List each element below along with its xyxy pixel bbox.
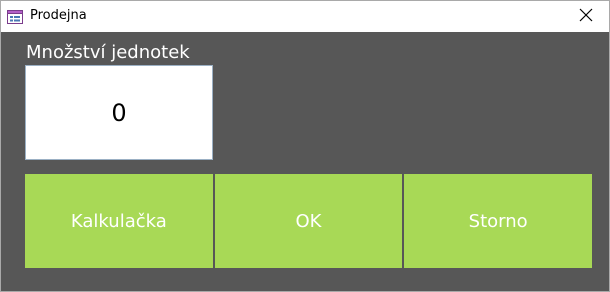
calculator-button[interactable]: Kalkulačka (25, 174, 213, 268)
form-icon (7, 9, 23, 24)
quantity-field[interactable]: 0 (25, 65, 213, 160)
close-icon (579, 7, 593, 26)
dialog-content: Množství jednotek 0 Kalkulačka OK Storno (1, 32, 609, 291)
ok-button[interactable]: OK (214, 174, 403, 268)
prodejna-dialog: Prodejna Množství jednotek 0 Kalkulačka … (0, 0, 610, 292)
quantity-label: Množství jednotek (26, 42, 190, 63)
window-title: Prodejna (30, 8, 87, 23)
cancel-button[interactable]: Storno (404, 174, 593, 268)
button-row: Kalkulačka OK Storno (25, 174, 593, 268)
close-button[interactable] (563, 1, 609, 32)
title-bar[interactable]: Prodejna (1, 1, 609, 32)
